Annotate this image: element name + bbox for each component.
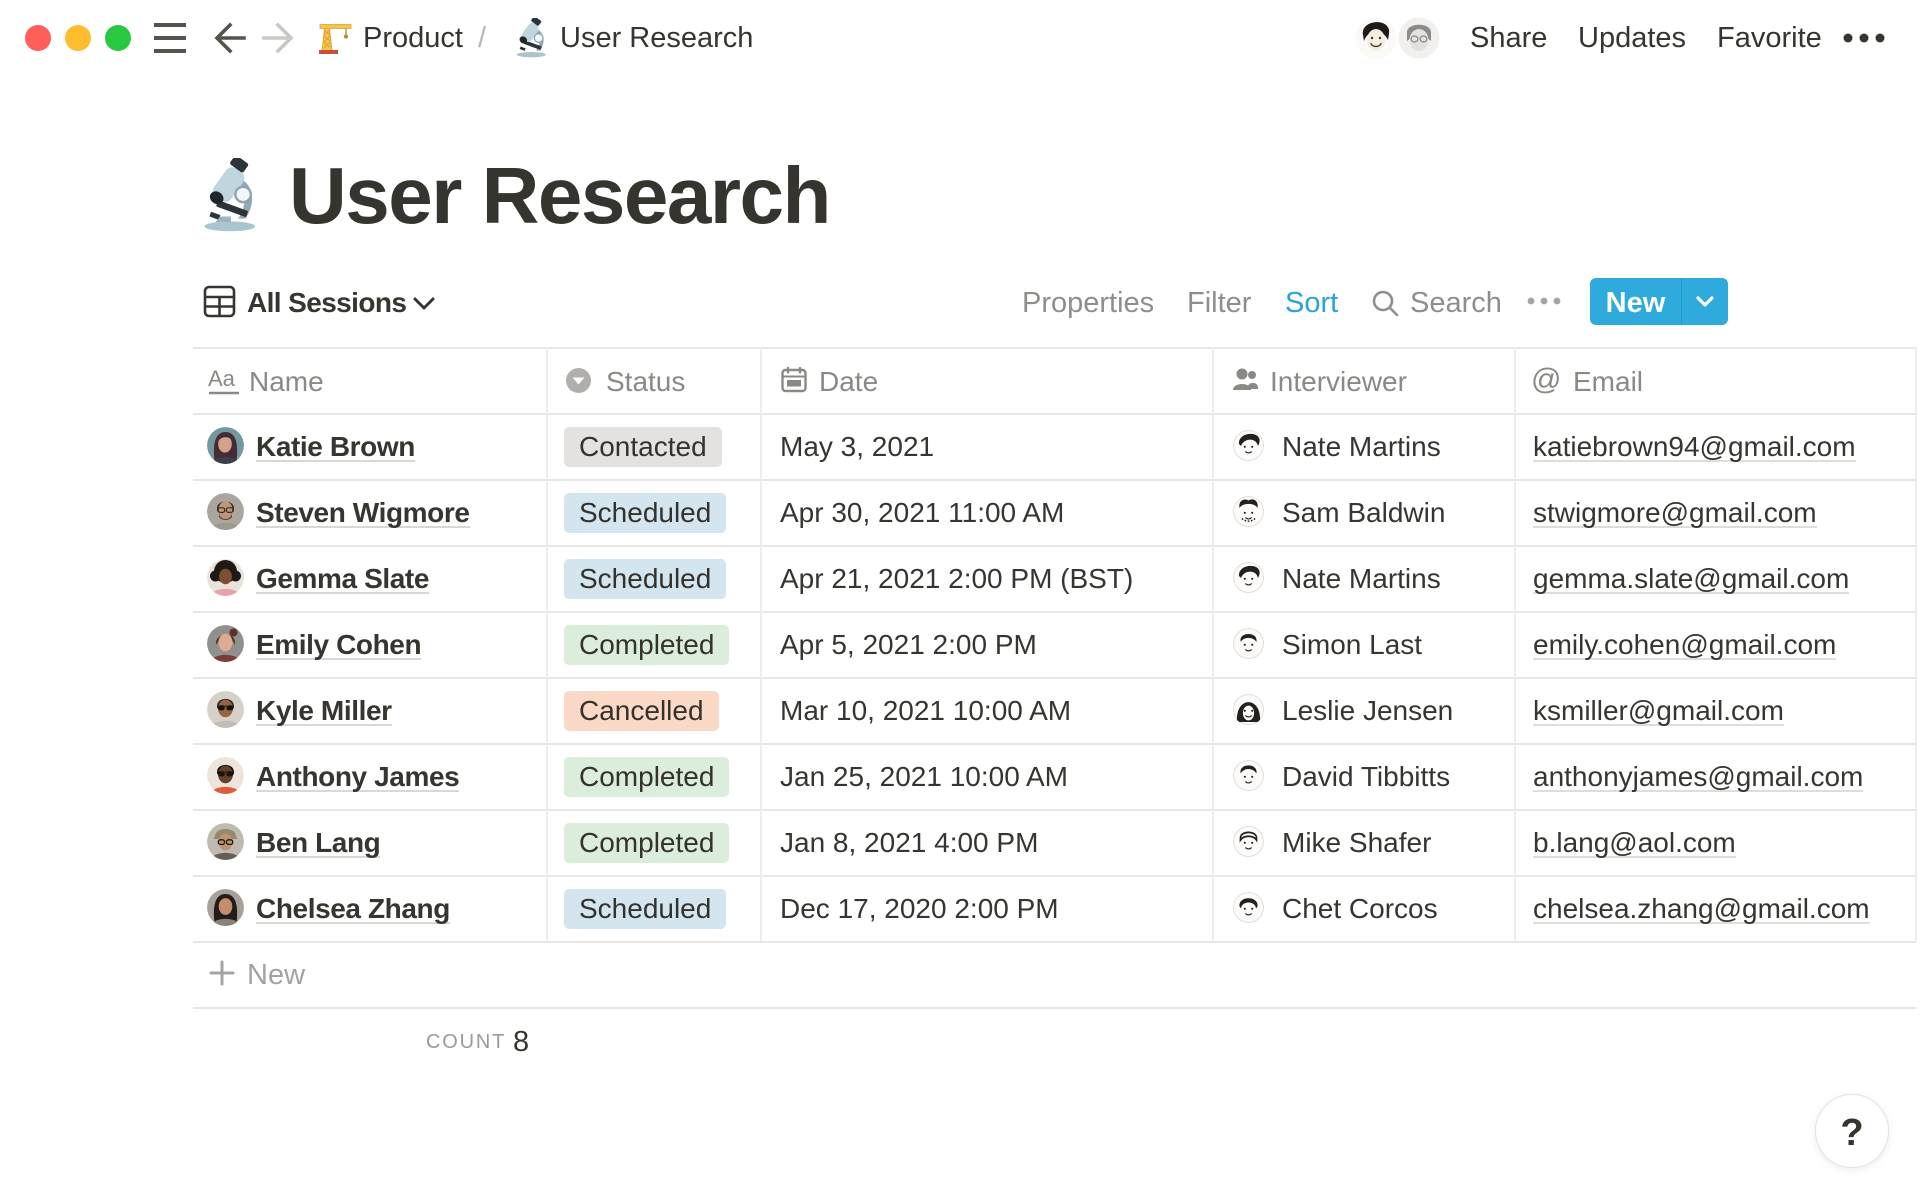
svg-text:Aa: Aa — [208, 366, 236, 391]
